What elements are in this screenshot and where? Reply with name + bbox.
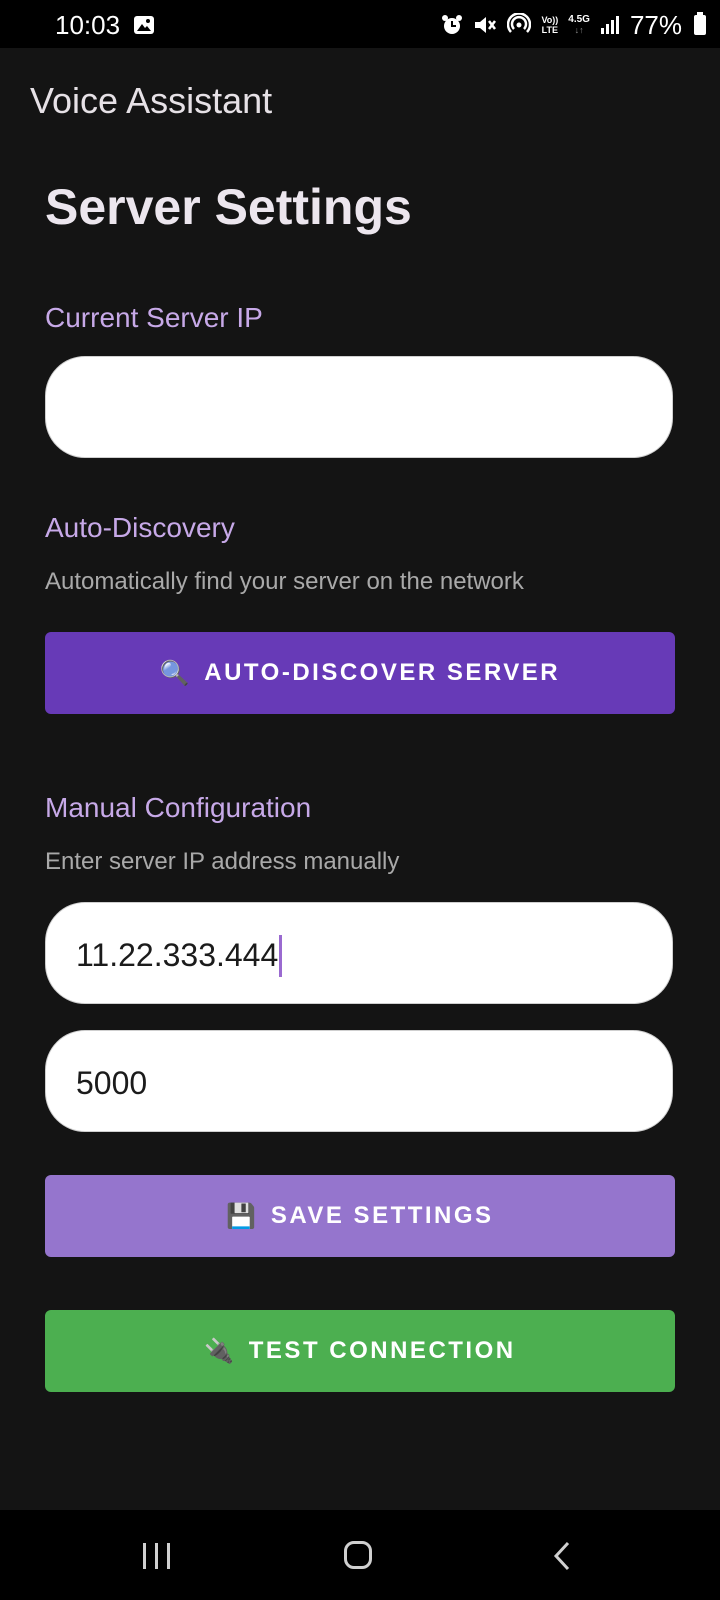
text-cursor — [279, 934, 283, 977]
battery-percent: 77% — [629, 9, 682, 40]
floppy-disk-icon: 💾 — [226, 1202, 259, 1230]
recents-icon[interactable] — [143, 1543, 171, 1569]
volte-bottom: LTE — [541, 25, 559, 35]
hotspot-icon — [507, 13, 532, 33]
volte-top: Vo)) — [541, 15, 559, 25]
battery-icon — [694, 12, 706, 35]
manual-config-label: Manual Configuration — [45, 792, 312, 823]
auto-discovery-label: Auto-Discovery — [45, 512, 235, 543]
alarm-icon — [442, 15, 463, 34]
auto-discover-button-label: AUTO-DISCOVER SERVER — [204, 659, 561, 686]
status-bar: 10:03 Vo)) LTE 4.5G ↓↑ 77% — [0, 0, 720, 48]
magnifier-icon: 🔍 — [159, 659, 193, 687]
back-icon[interactable] — [552, 1541, 572, 1571]
server-ip-input[interactable]: 11.22.333.444 — [45, 902, 673, 1004]
test-connection-button[interactable]: 🔌 TEST CONNECTION — [45, 1310, 675, 1392]
port-input[interactable]: 5000 — [45, 1030, 673, 1132]
page-title: Server Settings — [45, 179, 412, 235]
auto-discovery-description: Automatically find your server on the ne… — [45, 568, 524, 595]
generation-text: 4.5G — [568, 14, 590, 25]
signal-icon — [600, 16, 619, 34]
network-generation: 4.5G ↓↑ — [568, 14, 590, 35]
plug-icon: 🔌 — [204, 1337, 237, 1365]
navigation-bar — [0, 1510, 720, 1600]
server-ip-value: 11.22.333.444 — [76, 937, 279, 973]
current-server-field[interactable] — [45, 356, 673, 458]
app-title: Voice Assistant — [30, 80, 273, 121]
mute-icon — [475, 17, 497, 33]
save-settings-button[interactable]: 💾 SAVE SETTINGS — [45, 1175, 675, 1257]
save-settings-label: SAVE SETTINGS — [270, 1202, 494, 1229]
port-value: 5000 — [76, 1065, 148, 1101]
current-server-label: Current Server IP — [45, 302, 263, 333]
manual-config-description: Enter server IP address manually — [45, 848, 400, 875]
status-time: 10:03 — [55, 10, 121, 40]
image-icon — [134, 16, 154, 34]
auto-discover-button[interactable]: 🔍 AUTO-DISCOVER SERVER — [45, 632, 675, 714]
volte-icon: Vo)) LTE — [541, 15, 558, 35]
test-connection-label: TEST CONNECTION — [248, 1337, 516, 1364]
home-icon[interactable] — [344, 1541, 372, 1569]
